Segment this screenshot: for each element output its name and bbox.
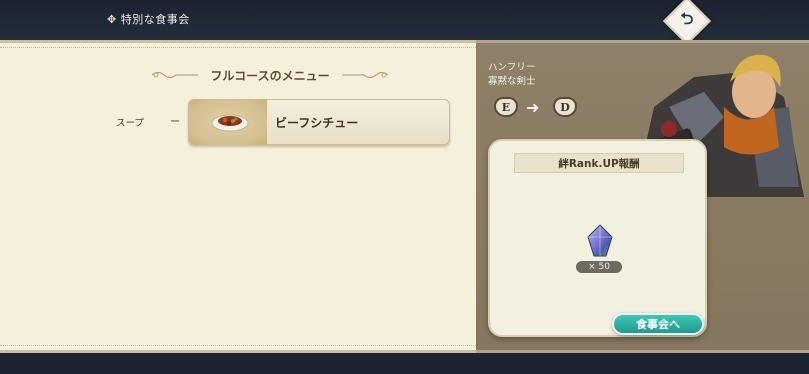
rank-from-badge: E: [494, 97, 518, 117]
return-arrow-icon: ⮌: [680, 8, 694, 28]
crystal-gem-icon: [587, 224, 613, 257]
reward-quantity-text: × 50: [588, 262, 610, 272]
bottom-bar: [0, 353, 809, 374]
course-dash: ー: [170, 117, 180, 128]
rank-from-text: E: [501, 100, 511, 114]
rank-to-badge: D: [553, 97, 577, 117]
reward-header-text: 絆Rank.UP報酬: [558, 157, 640, 170]
beef-stew-icon: [211, 114, 249, 132]
reward-card: 絆Rank.UP報酬 × 50: [488, 139, 707, 337]
go-to-dinner-label: 食事会へ: [636, 318, 680, 331]
screen-title: ✥ 特別な食事会: [107, 10, 190, 28]
rank-to-text: D: [560, 100, 570, 114]
course-label-soup: スープ: [116, 118, 144, 129]
menu-panel: フルコースのメニュー スープ ー ビーフシチュー: [0, 40, 476, 353]
flourish-right-icon: [341, 71, 388, 79]
character-title: 寡黙な剣士: [488, 76, 536, 87]
dish-thumbnail: [189, 99, 267, 145]
reward-header: 絆Rank.UP報酬: [514, 153, 684, 173]
screen-title-text: 特別な食事会: [120, 13, 190, 26]
character-name: ハンフリー: [488, 62, 536, 73]
flourish-left-icon: [152, 71, 199, 79]
menu-heading-text: フルコースのメニュー: [210, 68, 330, 83]
character-panel: ハンフリー 寡黙な剣士 E ➜ D 絆Rank.UP報酬 × 50 食事会へ: [476, 40, 809, 353]
menu-heading: フルコースのメニュー: [140, 65, 400, 85]
diamond-ornament-icon: ✥: [107, 12, 117, 26]
right-arrow-icon: ➜: [526, 98, 540, 117]
go-to-dinner-button[interactable]: 食事会へ: [612, 313, 704, 335]
reward-quantity: × 50: [576, 261, 622, 273]
dish-card[interactable]: ビーフシチュー: [188, 99, 450, 145]
dish-name: ビーフシチュー: [275, 116, 359, 130]
